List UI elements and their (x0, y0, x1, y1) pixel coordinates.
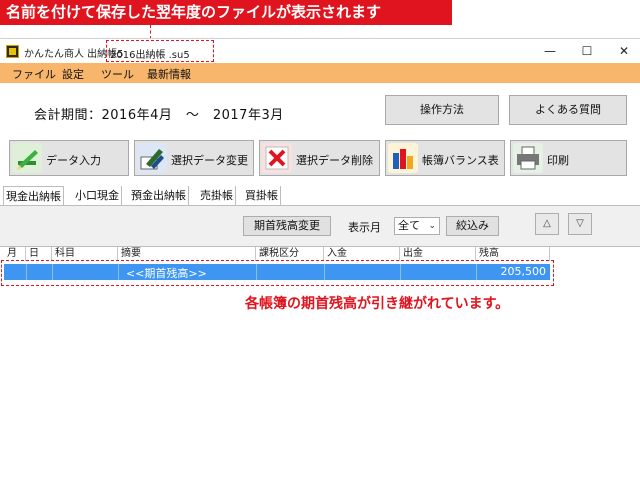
column-header-month: 月 (4, 247, 26, 261)
opening-balance-change-button[interactable]: 期首残高変更 (243, 216, 331, 236)
column-header-day: 日 (26, 247, 52, 261)
file-name-highlight: 2016出納帳 .su5 (106, 40, 214, 62)
data-entry-button[interactable]: データ入力 (9, 140, 129, 176)
ledger-tabs: 現金出納帳 小口現金 預金出納帳 売掛帳 買掛帳 (0, 186, 640, 207)
print-label: 印刷 (547, 154, 569, 167)
display-month-value: 全て (398, 219, 420, 232)
faq-button[interactable]: よくある質問 (509, 95, 627, 125)
narrow-down-button[interactable]: 絞込み (446, 216, 499, 236)
row-highlight-outline (1, 260, 554, 286)
chevron-down-icon: ⌄ (428, 221, 436, 231)
annotation-note: 各帳簿の期首残高が引き継がれています。 (245, 296, 510, 312)
menu-bar: ファイル 設定 ツール 最新情報 (0, 63, 640, 83)
edit-icon (137, 143, 167, 173)
menu-tools[interactable]: ツール (101, 66, 134, 82)
edit-selected-label: 選択データ変更 (171, 154, 248, 167)
print-button[interactable]: 印刷 (510, 140, 627, 176)
display-month-label: 表示月 (348, 221, 381, 234)
callout-banner: 名前を付けて保存した翌年度のファイルが表示されます (0, 0, 452, 25)
close-icon[interactable]: ✕ (612, 42, 636, 60)
app-logo-icon (6, 45, 19, 58)
howto-button[interactable]: 操作方法 (385, 95, 499, 125)
tab-payables[interactable]: 買掛帳 (243, 186, 281, 206)
delete-selected-label: 選択データ削除 (296, 154, 373, 167)
minimize-icon[interactable]: — (538, 42, 562, 60)
column-header-income: 入金 (324, 247, 400, 261)
tab-cash-ledger[interactable]: 現金出納帳 (3, 186, 64, 207)
bar-chart-icon (388, 143, 418, 173)
tab-receivables[interactable]: 売掛帳 (198, 186, 236, 206)
callout-connector (150, 25, 151, 39)
column-header-account: 科目 (52, 247, 118, 261)
column-header-tax-category: 課税区分 (256, 247, 324, 261)
balance-sheet-label: 帳簿バランス表 (422, 154, 499, 167)
move-up-icon[interactable]: △ (535, 213, 559, 235)
tab-deposit-ledger[interactable]: 預金出納帳 (129, 186, 189, 206)
move-down-icon[interactable]: ▽ (568, 213, 592, 235)
menu-latest-info[interactable]: 最新情報 (147, 66, 191, 82)
tab-petty-cash[interactable]: 小口現金 (73, 186, 122, 206)
menu-settings[interactable]: 設定 (62, 66, 84, 82)
title-bar: かんたん商人 出納帳5 2016出納帳 .su5 — ☐ ✕ (0, 38, 640, 63)
balance-sheet-button[interactable]: 帳簿バランス表 (385, 140, 505, 176)
column-header-summary: 摘要 (118, 247, 256, 261)
accounting-period: 会計期間：2016年4月 ～ 2017年3月 (34, 108, 284, 123)
column-header-expense: 出金 (400, 247, 476, 261)
menu-file[interactable]: ファイル (12, 66, 56, 82)
display-month-select[interactable]: 全て ⌄ (394, 217, 440, 235)
maximize-icon[interactable]: ☐ (575, 42, 599, 60)
edit-selected-button[interactable]: 選択データ変更 (134, 140, 254, 176)
printer-icon (513, 143, 543, 173)
data-entry-label: データ入力 (46, 154, 101, 167)
delete-x-icon (262, 143, 292, 173)
delete-selected-button[interactable]: 選択データ削除 (259, 140, 380, 176)
column-header-balance: 残高 (476, 247, 550, 261)
pencil-icon (12, 143, 42, 173)
